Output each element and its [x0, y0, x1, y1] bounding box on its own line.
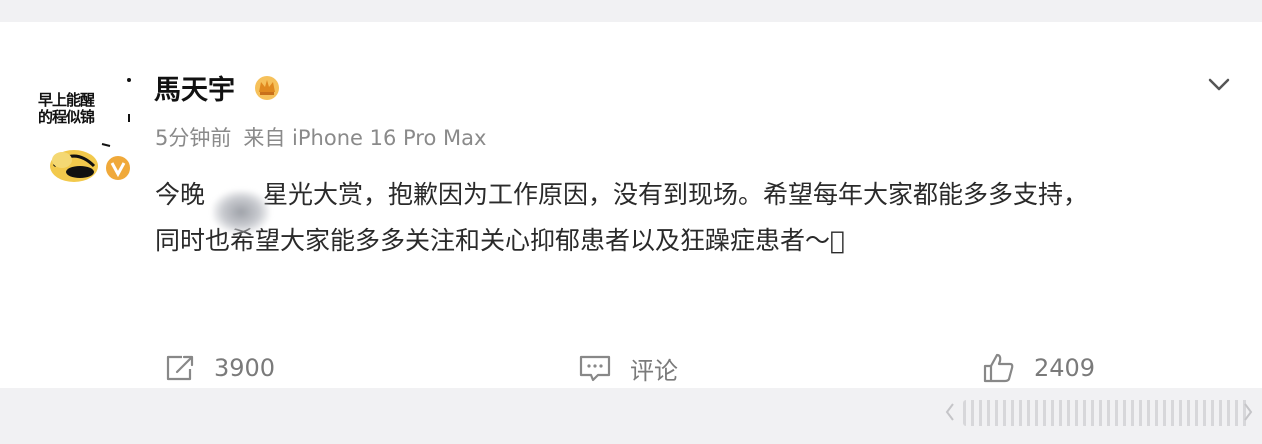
thumbs-up-icon [983, 353, 1014, 383]
crown-badge-icon[interactable] [252, 72, 282, 102]
like-button[interactable]: 2409 [982, 340, 1095, 396]
post-time[interactable]: 5分钟前 [155, 126, 231, 150]
horizontal-scrollbar[interactable] [963, 400, 1251, 426]
post-source: 来自 iPhone 16 Pro Max [243, 126, 487, 150]
chevron-down-icon[interactable] [1204, 72, 1234, 96]
comment-button[interactable]: 评论 [578, 340, 678, 396]
comment-label: 评论 [630, 356, 678, 385]
repost-button[interactable]: 3900 [162, 340, 275, 396]
scroll-right-icon[interactable] [1240, 398, 1256, 426]
avatar-illustration [50, 78, 132, 182]
post-body-line2: 同时也希望大家能多多关注和关心抑郁患者以及狂躁症患者～􏿿 [155, 226, 846, 255]
repost-count: 3900 [214, 354, 276, 382]
like-count: 2409 [1034, 354, 1096, 382]
redacted-blur [212, 190, 270, 234]
post-meta: 5分钟前 来自 iPhone 16 Pro Max [155, 122, 486, 152]
post-body-line1: 今晚 星光大赏，抱歉因为工作原因，没有到现场。希望每年大家都能多多支持， [155, 180, 1089, 209]
username[interactable]: 馬天宇 [154, 68, 235, 107]
action-bar: 3900 评论 2409 [0, 340, 1262, 400]
avatar[interactable]: 早上能醒 的程似锦 [32, 74, 142, 186]
post-card: 早上能醒 的程似锦 馬天宇 5分钟前来自 iPhone 16 Pro Max [0, 22, 1262, 388]
repost-icon [166, 355, 194, 381]
post-body: 今晚 星光大赏，抱歉因为工作原因，没有到现场。希望每年大家都能多多支持， 同时也希… [155, 172, 1215, 264]
scroll-left-icon[interactable] [942, 398, 958, 426]
comment-icon [579, 355, 611, 382]
